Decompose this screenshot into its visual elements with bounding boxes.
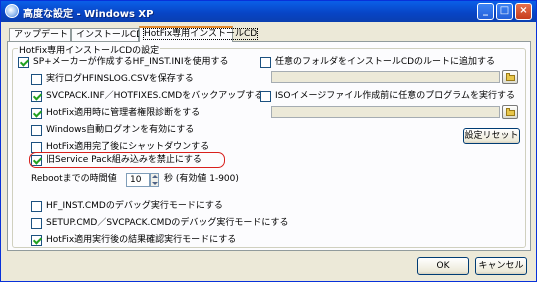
browse-program-icon[interactable] [502,105,518,119]
tab-update[interactable]: アップデート [9,28,71,41]
option-label: 任意のフォルダをインストールCDのルートに追加する [275,57,496,67]
option-label: SVCPACK.INF／HOTFIXES.CMDをバックアップする [46,91,264,101]
highlight-ring [29,152,225,168]
opt-result-check-mode[interactable]: HotFix適用実行後の結果確認実行モードにする [31,234,236,247]
opt-debug-hf-inst[interactable]: HF_INST.CMDのデバッグ実行モードにする [31,200,223,213]
program-path-field[interactable] [271,106,500,118]
checkbox[interactable] [31,235,42,246]
reboot-time-spinner[interactable] [150,173,159,187]
cancel-button[interactable]: キャンセル [475,257,527,275]
reboot-time-input[interactable]: 10 [126,173,150,187]
title-bar[interactable]: 高度な設定 - Windows XP _ □ × [1,1,536,22]
checkbox[interactable] [31,201,42,212]
option-label: ISOイメージファイル作成前に任意のプログラムを実行する [275,91,516,101]
option-label: Windows自動ログオンを有効にする [46,125,195,135]
tab-install-cd-label: インストールCD [76,30,144,40]
checkbox[interactable] [260,91,271,102]
tab-hotfix-install-cd-label: HotFix専用インストールCD [142,28,259,40]
opt-auto-logon[interactable]: Windows自動ログオンを有効にする [31,124,194,137]
group-title: HotFix専用インストールCDの設定 [18,43,161,56]
option-label: SP+メーカーが作成するHF_INST.INIを使用する [33,57,229,67]
opt-save-log-csv[interactable]: 実行ログHFINSLOG.CSVを保存する [31,73,194,86]
reboot-unit-label: 秒 (有効値 1-900) [164,174,239,184]
tab-install-cd[interactable]: インストールCD [71,28,143,41]
app-icon [5,4,19,18]
option-label: HotFix適用実行後の結果確認実行モードにする [46,235,237,245]
option-label: HotFix適用時に管理者権限診断をする [46,108,201,118]
opt-debug-setup-cmd[interactable]: SETUP.CMD／SVCPACK.CMDのデバッグ実行モードにする [31,217,288,230]
checkbox[interactable] [260,57,271,68]
reset-settings-button[interactable]: 設定リセット [463,128,520,144]
maximize-button[interactable]: □ [496,3,513,20]
close-button[interactable]: × [515,3,532,20]
browse-folder-icon[interactable] [502,70,518,84]
option-label: SETUP.CMD／SVCPACK.CMDのデバッグ実行モードにする [46,218,289,228]
opt-admin-diagnose[interactable]: HotFix適用時に管理者権限診断をする [31,107,200,120]
reboot-time-label: Rebootまでの時間値 [31,174,117,184]
spin-down-icon[interactable] [152,182,158,185]
option-label: 実行ログHFINSLOG.CSVを保存する [46,74,194,84]
window-title: 高度な設定 - Windows XP [23,9,154,20]
tab-update-label: アップデート [14,30,69,40]
checkbox[interactable] [31,91,42,102]
checkbox[interactable] [31,108,42,119]
checkbox[interactable] [31,218,42,229]
checkbox[interactable] [31,125,42,136]
option-label: HF_INST.CMDのデバッグ実行モードにする [46,201,223,211]
opt-backup-svcpack[interactable]: SVCPACK.INF／HOTFIXES.CMDをバックアップする [31,90,263,103]
ok-button[interactable]: OK [417,257,469,275]
checkbox[interactable] [18,57,29,68]
opt-use-hf-inst-ini[interactable]: SP+メーカーが作成するHF_INST.INIを使用する [18,56,229,69]
spin-up-icon[interactable] [152,175,158,178]
minimize-button[interactable]: _ [477,3,494,20]
opt-run-before-iso[interactable]: ISOイメージファイル作成前に任意のプログラムを実行する [260,90,515,103]
checkbox[interactable] [31,74,42,85]
opt-add-folder-root[interactable]: 任意のフォルダをインストールCDのルートに追加する [260,56,495,69]
folder-path-field[interactable] [271,71,500,83]
advanced-settings-window: 高度な設定 - Windows XP _ □ × アップデート インストールCD… [0,0,537,282]
tab-hotfix-install-cd[interactable]: HotFix専用インストールCD [139,26,259,42]
